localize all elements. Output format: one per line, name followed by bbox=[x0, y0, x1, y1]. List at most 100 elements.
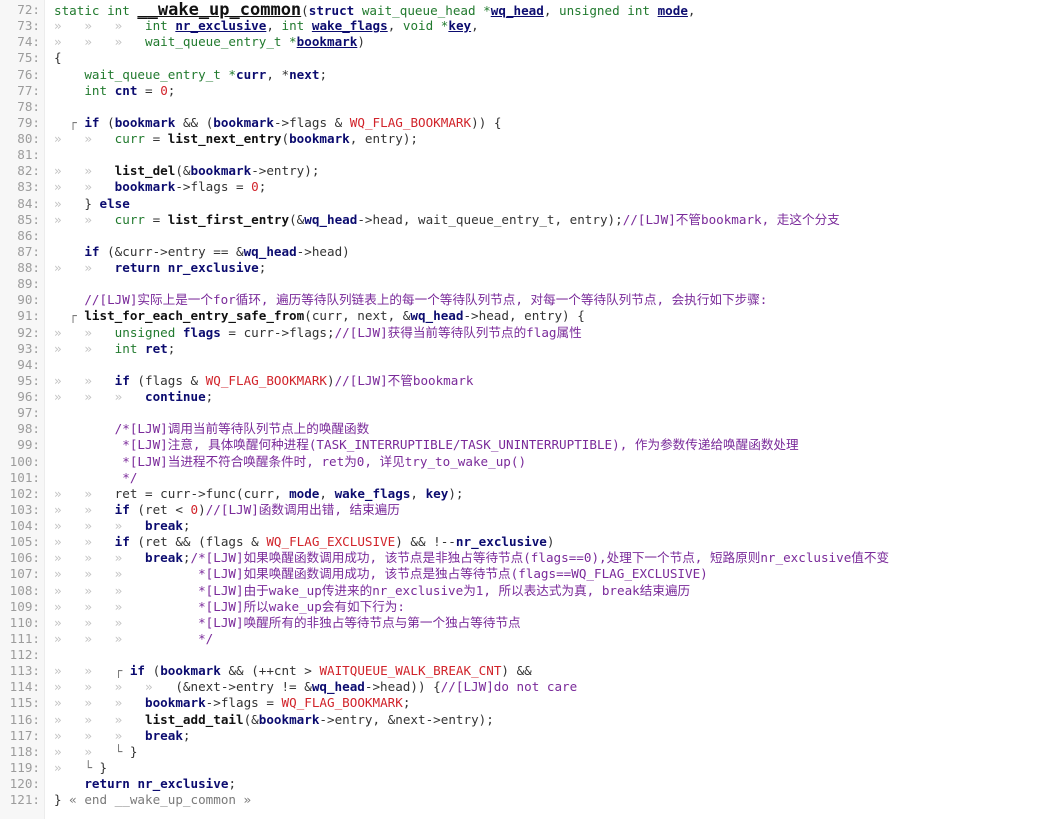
code-line[interactable]: 114: » » » » (&next->entry != &wq_head->h… bbox=[0, 679, 1056, 695]
code-text: if (&curr->entry == &wq_head->head) bbox=[54, 244, 349, 260]
line-number: 112: bbox=[9, 647, 40, 662]
code-line[interactable]: 91: ┌ list_for_each_entry_safe_from(curr… bbox=[0, 308, 1056, 324]
code-text: » » int ret; bbox=[54, 341, 175, 357]
code-line[interactable]: 118: » » └ } bbox=[0, 744, 1056, 760]
code-token: && (++cnt > bbox=[220, 663, 320, 679]
code-line[interactable]: 119: » └ } bbox=[0, 760, 1056, 776]
code-token: list_next_entry bbox=[167, 131, 282, 146]
code-line[interactable]: 78: bbox=[0, 99, 1056, 115]
code-line[interactable]: 76: wait_queue_entry_t *curr, *next; bbox=[0, 67, 1056, 83]
code-line[interactable]: 115: » » » bookmark->flags = WQ_FLAG_BOOK… bbox=[0, 695, 1056, 711]
code-token: nr_exclusive bbox=[455, 534, 547, 550]
code-line[interactable]: 113: » » ┌ if (bookmark && (++cnt > WAITQ… bbox=[0, 663, 1056, 679]
line-number: 101: bbox=[9, 469, 40, 485]
line-number: 100: bbox=[9, 453, 40, 469]
code-line[interactable]: 73: » » » int nr_exclusive, int wake_flag… bbox=[0, 18, 1056, 34]
code-token: curr bbox=[114, 131, 146, 146]
code-line[interactable]: 92: » » unsigned flags = curr->flags;//[L… bbox=[0, 325, 1056, 341]
code-text: } « end __wake_up_common » bbox=[54, 792, 251, 808]
code-line[interactable]: 88: » » return nr_exclusive; bbox=[0, 260, 1056, 276]
code-line[interactable]: 96: » » » continue; bbox=[0, 389, 1056, 405]
code-token: ret = curr->func(curr, bbox=[114, 485, 290, 501]
code-line[interactable]: 97: bbox=[0, 405, 1056, 421]
code-token: //[LJW]获得当前等待队列节点的flag属性 bbox=[334, 324, 582, 340]
code-line[interactable]: 74: » » » wait_queue_entry_t *bookmark) bbox=[0, 34, 1056, 50]
code-line[interactable]: 116: » » » list_add_tail(&bookmark->entry… bbox=[0, 712, 1056, 728]
code-token: , bbox=[543, 3, 559, 18]
code-token: (&next->entry != & bbox=[175, 679, 312, 695]
code-line[interactable]: 72: static int __wake_up_common(struct wa… bbox=[0, 2, 1056, 19]
code-text: » » ret = curr->func(curr, mode, wake_fl… bbox=[54, 486, 464, 502]
code-line[interactable]: 112: bbox=[0, 647, 1056, 663]
code-token: » » » bbox=[54, 695, 145, 711]
code-line[interactable]: 111: » » » */ bbox=[0, 631, 1056, 647]
code-line[interactable]: 85: » » curr = list_first_entry(&wq_head-… bbox=[0, 212, 1056, 228]
code-token: //[LJW]不管bookmark bbox=[334, 372, 474, 388]
code-line[interactable]: 89: bbox=[0, 276, 1056, 292]
code-line[interactable]: 121:} « end __wake_up_common » bbox=[0, 792, 1056, 808]
code-token: , bbox=[687, 3, 696, 18]
code-line[interactable]: 103: » » if (ret < 0)//[LJW]函数调用出错, 结束遍历 bbox=[0, 502, 1056, 518]
code-line[interactable]: 79: ┌ if (bookmark && (bookmark->flags &… bbox=[0, 115, 1056, 131]
code-token: void * bbox=[402, 18, 449, 34]
code-line[interactable]: 101: */ bbox=[0, 470, 1056, 486]
line-number: 78: bbox=[17, 98, 40, 114]
code-line[interactable]: 77: int cnt = 0; bbox=[0, 83, 1056, 99]
code-token: mode bbox=[657, 3, 688, 18]
code-line[interactable]: 110: » » » *[LJW]唤醒所有的非独占等待节点与第一个独占等待节点 bbox=[0, 615, 1056, 631]
code-editor[interactable]: 72: static int __wake_up_common(struct wa… bbox=[0, 0, 1056, 819]
code-line[interactable]: 93: » » int ret; bbox=[0, 341, 1056, 357]
line-number: 104: bbox=[9, 518, 40, 533]
code-token: ┌ bbox=[54, 308, 85, 324]
code-line[interactable]: 90: //[LJW]实际上是一个for循环, 遍历等待队列链表上的每一个等待队… bbox=[0, 292, 1056, 308]
code-line[interactable]: 109: » » » *[LJW]所以wake_up会有如下行为: bbox=[0, 599, 1056, 615]
code-line[interactable]: 84: » } else bbox=[0, 196, 1056, 212]
code-token: » » » bbox=[54, 598, 145, 614]
code-line[interactable]: 100: *[LJW]当进程不符合唤醒条件时, ret为0, 详见try_to_… bbox=[0, 454, 1056, 470]
code-line[interactable]: 120: return nr_exclusive; bbox=[0, 776, 1056, 792]
code-token: ->entry, &next->entry); bbox=[319, 711, 494, 727]
code-token: } bbox=[54, 792, 70, 808]
code-token: 0 bbox=[160, 82, 168, 98]
code-line[interactable]: 94: bbox=[0, 357, 1056, 373]
code-token: bookmark bbox=[114, 179, 176, 195]
code-line[interactable]: 99: *[LJW]注意, 具体唤醒何种进程(TASK_INTERRUPTIBL… bbox=[0, 437, 1056, 453]
code-token: } bbox=[99, 759, 108, 775]
code-line[interactable]: 105: » » if (ret && (flags & WQ_FLAG_EXCL… bbox=[0, 534, 1056, 550]
code-line[interactable]: 86: bbox=[0, 228, 1056, 244]
code-line[interactable]: 107: » » » *[LJW]如果唤醒函数调用成功, 该节点是独占等待节点(f… bbox=[0, 566, 1056, 582]
code-token: if bbox=[84, 114, 100, 130]
code-token: list_for_each_entry_safe_from bbox=[84, 308, 305, 324]
code-token: bookmark bbox=[258, 711, 320, 727]
code-text: » » » » (&next->entry != &wq_head->head)… bbox=[54, 679, 577, 695]
code-line[interactable]: 75: { bbox=[0, 50, 1056, 66]
code-line[interactable]: 117: » » » break; bbox=[0, 728, 1056, 744]
line-number: 91: bbox=[17, 308, 40, 324]
code-token: wait_queue_entry_t * bbox=[145, 34, 297, 50]
code-line[interactable]: 82: » » list_del(&bookmark->entry); bbox=[0, 163, 1056, 179]
code-token: WQ_FLAG_BOOKMARK bbox=[281, 695, 403, 711]
code-line[interactable]: 104: » » » break; bbox=[0, 518, 1056, 534]
code-token: wq_head bbox=[304, 211, 358, 227]
code-token: (& bbox=[289, 211, 305, 227]
code-line[interactable]: 106: » » » break;/*[LJW]如果唤醒函数调用成功, 该节点是非… bbox=[0, 550, 1056, 566]
code-token: */ bbox=[114, 469, 138, 485]
code-line[interactable]: 81: bbox=[0, 147, 1056, 163]
code-line[interactable]: 102: » » ret = curr->func(curr, mode, wak… bbox=[0, 486, 1056, 502]
code-line[interactable]: 87: if (&curr->entry == &wq_head->head) bbox=[0, 244, 1056, 260]
code-line[interactable]: 80: » » curr = list_next_entry(bookmark, … bbox=[0, 131, 1056, 147]
code-line[interactable]: 95: » » if (flags & WQ_FLAG_BOOKMARK)//[L… bbox=[0, 373, 1056, 389]
code-token: ; bbox=[205, 389, 214, 404]
line-number: 107: bbox=[9, 566, 40, 582]
code-token: » » » » bbox=[54, 679, 176, 695]
code-token: struct bbox=[308, 3, 355, 18]
line-number: 86: bbox=[17, 227, 40, 243]
line-number: 117: bbox=[9, 727, 40, 743]
code-line[interactable]: 98: /*[LJW]调用当前等待队列节点上的唤醒函数 bbox=[0, 421, 1056, 437]
code-token: )) { bbox=[471, 114, 502, 130]
code-line[interactable]: 108: » » » *[LJW]由于wake_up传进来的nr_exclusiv… bbox=[0, 583, 1056, 599]
code-line[interactable]: 83: » » bookmark->flags = 0; bbox=[0, 179, 1056, 195]
code-token: bookmark bbox=[160, 663, 221, 679]
code-text: » » » break;/*[LJW]如果唤醒函数调用成功, 该节点是非独占等待… bbox=[54, 550, 889, 566]
